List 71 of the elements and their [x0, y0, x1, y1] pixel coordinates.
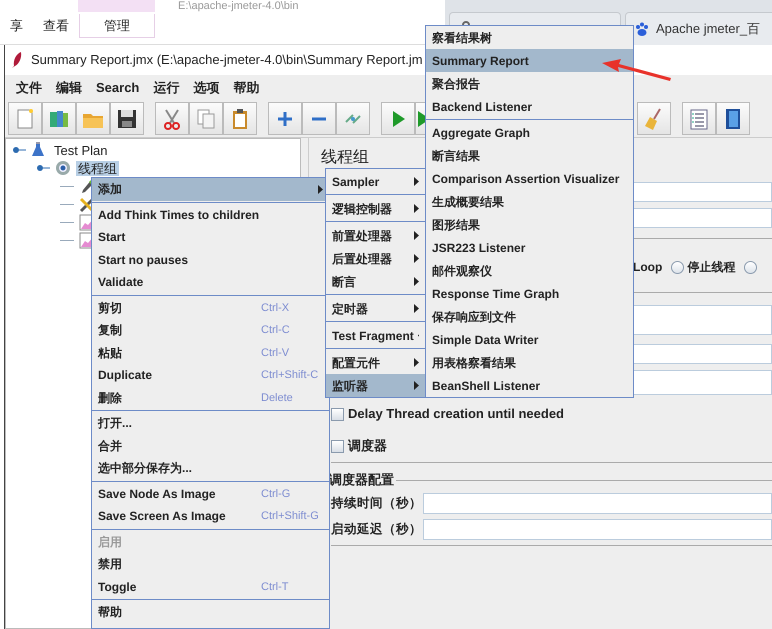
- menu-item[interactable]: 剪切 Ctrl-X: [92, 296, 329, 319]
- menu-item[interactable]: Aggregate Graph: [426, 121, 633, 144]
- shortcut-label: Delete: [261, 390, 294, 406]
- menu-item[interactable]: Start no pauses: [92, 248, 329, 271]
- shortcut-label: Ctrl-C: [261, 323, 291, 338]
- menu-item[interactable]: 前置处理器: [326, 224, 425, 247]
- menu-item[interactable]: 帮助: [92, 601, 329, 624]
- menu-item[interactable]: 邮件观察仪: [426, 259, 633, 282]
- ribbon-tab[interactable]: 管理: [79, 14, 155, 38]
- menu-item[interactable]: 定时器: [326, 297, 425, 320]
- menu-item[interactable]: Test Fragment: [326, 324, 425, 347]
- menu-item[interactable]: 选中部分保存为...: [92, 457, 329, 480]
- checkbox-label: Delay Thread creation until needed: [348, 405, 564, 424]
- window-title: Summary Report.jmx (E:\apache-jmeter-4.0\bin\Summary Report.jm: [31, 51, 423, 70]
- shortcut-label: Ctrl-T: [261, 580, 290, 594]
- menu-item[interactable]: 禁用: [92, 553, 329, 576]
- menu-item[interactable]: 用表格察看结果: [426, 351, 633, 374]
- menu-bar-item[interactable]: 文件: [9, 78, 49, 98]
- field-label: 启动延迟（秒）: [331, 520, 423, 538]
- menu-item[interactable]: 聚合报告: [426, 72, 633, 95]
- menu-item[interactable]: Save Node As Image Ctrl-G: [92, 482, 329, 505]
- shortcut-label: Ctrl+Shift-G: [261, 509, 320, 524]
- menu-item[interactable]: Save Screen As Image Ctrl+Shift-G: [92, 505, 329, 528]
- tree-node-label[interactable]: Test Plan: [52, 142, 110, 158]
- tree-node-label[interactable]: 线程组: [76, 160, 119, 176]
- menu-item[interactable]: Start: [92, 226, 329, 248]
- menu-item[interactable]: 监听器: [326, 374, 425, 397]
- checkbox-label: 调度器: [348, 437, 387, 456]
- menu-item[interactable]: BeanShell Listener: [426, 374, 633, 397]
- menu-item[interactable]: Validate: [92, 271, 329, 294]
- menu-item[interactable]: Backend Listener: [426, 95, 633, 118]
- menu-item[interactable]: Response Time Graph: [426, 282, 633, 305]
- menu-item[interactable]: 打开...: [92, 412, 329, 434]
- menu-item[interactable]: Comparison Assertion Visualizer: [426, 167, 633, 190]
- menu-bar-item[interactable]: Search: [89, 78, 146, 98]
- menu-item[interactable]: 生成概要结果: [426, 190, 633, 213]
- menu-item[interactable]: 逻辑控制器: [326, 197, 425, 220]
- menu-item[interactable]: Sampler: [326, 170, 425, 193]
- menu-item[interactable]: 删除 Delete: [92, 386, 329, 409]
- menu-item[interactable]: Summary Report: [426, 49, 633, 72]
- menu-item[interactable]: Simple Data Writer: [426, 328, 633, 351]
- shortcut-label: Ctrl-V: [261, 346, 290, 360]
- menu-item[interactable]: 图形结果: [426, 213, 633, 236]
- menu-bar-item[interactable]: 运行: [146, 78, 186, 98]
- menu-item[interactable]: Duplicate Ctrl+Shift-C: [92, 364, 329, 386]
- ribbon-tab[interactable]: 享: [0, 14, 33, 38]
- panel-title: 线程组: [321, 149, 369, 166]
- menu-item[interactable]: 配置元件: [326, 351, 425, 374]
- field-label: 持续时间（秒）: [331, 494, 423, 512]
- shortcut-label: Ctrl+Shift-C: [261, 368, 320, 383]
- menu-bar-item[interactable]: 帮助: [226, 78, 266, 98]
- group-title: 调度器配置: [329, 471, 394, 490]
- menu-item[interactable]: 合并: [92, 434, 329, 457]
- menu-item[interactable]: 保存响应到文件: [426, 305, 633, 328]
- radio-label: Loop: [633, 259, 662, 276]
- menu-item[interactable]: 复制 Ctrl-C: [92, 319, 329, 342]
- menu-item[interactable]: 断言结果: [426, 144, 633, 167]
- radio-label: 停止线程: [687, 259, 736, 276]
- menu-item[interactable]: JSR223 Listener: [426, 236, 633, 259]
- menu-item[interactable]: 粘贴 Ctrl-V: [92, 342, 329, 364]
- shortcut-label: Ctrl-X: [261, 300, 290, 316]
- menu-item[interactable]: 断言: [326, 270, 425, 293]
- menu-item[interactable]: 后置处理器: [326, 247, 425, 270]
- shortcut-label: Ctrl-G: [261, 486, 292, 502]
- browser-tab[interactable]: Apache jmeter_百: [625, 12, 772, 45]
- menu-item[interactable]: Toggle Ctrl-T: [92, 576, 329, 598]
- menu-bar-item[interactable]: 选项: [186, 78, 226, 98]
- ribbon-tab[interactable]: 查看: [33, 14, 79, 38]
- path-text: E:\apache-jmeter-4.0\bin: [178, 0, 298, 12]
- menu-item[interactable]: Add Think Times to children: [92, 204, 329, 226]
- menu-bar-item[interactable]: 编辑: [49, 78, 89, 98]
